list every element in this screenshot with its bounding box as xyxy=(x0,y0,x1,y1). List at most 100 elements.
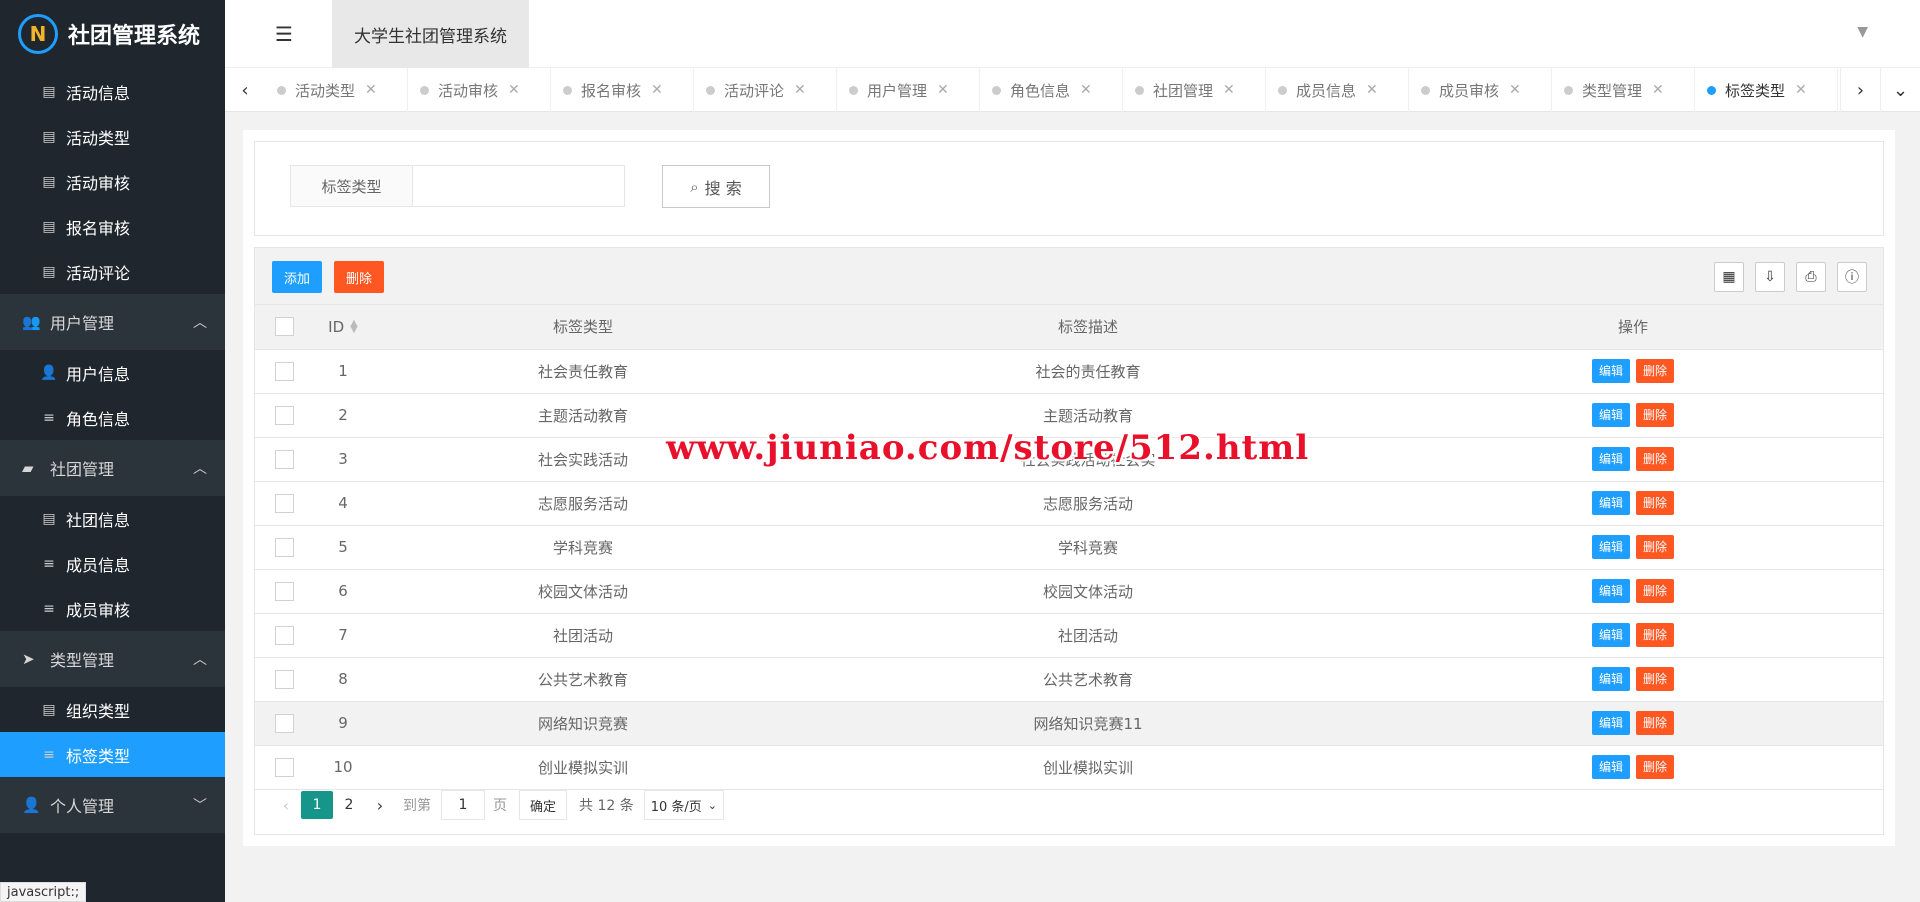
edit-button[interactable]: 编辑 xyxy=(1592,359,1630,383)
tab[interactable]: 报名审核 ✕ xyxy=(551,68,694,112)
close-icon[interactable]: ✕ xyxy=(1080,82,1092,98)
page-number[interactable]: 2 xyxy=(333,791,365,819)
sidebar-item[interactable]: ≡ 成员审核 xyxy=(0,586,225,631)
batch-delete-button[interactable]: 删除 xyxy=(334,261,384,293)
table-row[interactable]: 9 网络知识竞赛 网络知识竞赛11 编辑 删除 xyxy=(255,701,1883,746)
sort-icon[interactable]: ▲ ▼ xyxy=(350,319,358,335)
sidebar-group[interactable]: ➤ 类型管理 ︿ xyxy=(0,631,225,687)
tab[interactable]: 成员审核 ✕ xyxy=(1409,68,1552,112)
sidebar-item[interactable]: ▤ 活动类型 xyxy=(0,114,225,159)
sidebar-group[interactable]: 👤 个人管理 ﹀ xyxy=(0,777,225,833)
table-row[interactable]: 5 学科竞赛 学科竞赛 编辑 删除 xyxy=(255,525,1883,570)
goto-confirm-button[interactable]: 确定 xyxy=(519,790,568,820)
edit-button[interactable]: 编辑 xyxy=(1592,667,1630,691)
sidebar-item[interactable]: ▤ 活动信息 xyxy=(0,69,225,114)
delete-button[interactable]: 删除 xyxy=(1636,535,1674,559)
table-row[interactable]: 1 社会责任教育 社会的责任教育 编辑 删除 xyxy=(255,349,1883,394)
table-row[interactable]: 7 社团活动 社团活动 编辑 删除 xyxy=(255,613,1883,658)
sidebar-item[interactable]: ▤ 活动评论 xyxy=(0,249,225,294)
sidebar-item[interactable]: ▤ 报名审核 xyxy=(0,204,225,249)
close-icon[interactable]: ✕ xyxy=(1366,82,1378,98)
close-icon[interactable]: ✕ xyxy=(365,82,377,98)
row-checkbox[interactable] xyxy=(274,669,294,689)
edit-button[interactable]: 编辑 xyxy=(1592,403,1630,427)
table-row[interactable]: 8 公共艺术教育 公共艺术教育 编辑 删除 xyxy=(255,657,1883,702)
sidebar-item[interactable]: ≡ 标签类型 xyxy=(0,732,225,777)
tab[interactable]: 活动类型 ✕ xyxy=(265,68,408,112)
close-icon[interactable]: ✕ xyxy=(1795,82,1807,98)
delete-button[interactable]: 删除 xyxy=(1636,711,1674,735)
delete-button[interactable]: 删除 xyxy=(1636,579,1674,603)
tab[interactable]: 成员信息 ✕ xyxy=(1266,68,1409,112)
delete-button[interactable]: 删除 xyxy=(1636,623,1674,647)
close-icon[interactable]: ✕ xyxy=(651,82,663,98)
tab-prev-icon[interactable]: ‹ xyxy=(225,68,265,112)
page-size-select[interactable]: 10 条/页 ⌄ xyxy=(643,790,725,820)
table-row[interactable]: 10 创业模拟实训 创业模拟实训 编辑 删除 xyxy=(255,745,1883,790)
close-icon[interactable]: ✕ xyxy=(1509,82,1521,98)
close-icon[interactable]: ✕ xyxy=(937,82,949,98)
close-icon[interactable]: ✕ xyxy=(794,82,806,98)
row-checkbox[interactable] xyxy=(274,405,294,425)
chevron-down-icon[interactable]: ▼ xyxy=(1857,24,1868,40)
tab[interactable]: 类型管理 ✕ xyxy=(1552,68,1695,112)
delete-button[interactable]: 删除 xyxy=(1636,667,1674,691)
select-all-checkbox[interactable] xyxy=(274,317,294,337)
page-number[interactable]: 1 xyxy=(301,791,333,819)
prev-page-icon[interactable]: ‹ xyxy=(271,796,301,815)
export-icon[interactable]: ⇩ xyxy=(1755,262,1785,292)
search-input[interactable] xyxy=(412,165,625,207)
logo[interactable]: N 社团管理系统 xyxy=(0,0,225,68)
edit-button[interactable]: 编辑 xyxy=(1592,711,1630,735)
sidebar-item[interactable]: ≡ 角色信息 xyxy=(0,395,225,440)
tab[interactable]: 活动评论 ✕ xyxy=(694,68,837,112)
table-row[interactable]: 6 校园文体活动 校园文体活动 编辑 删除 xyxy=(255,569,1883,614)
close-icon[interactable]: ✕ xyxy=(1223,82,1235,98)
edit-button[interactable]: 编辑 xyxy=(1592,535,1630,559)
delete-button[interactable]: 删除 xyxy=(1636,755,1674,779)
row-checkbox[interactable] xyxy=(274,757,294,777)
search-button[interactable]: ⌕ 搜 索 xyxy=(662,165,770,208)
tab[interactable]: 角色信息 ✕ xyxy=(980,68,1123,112)
edit-button[interactable]: 编辑 xyxy=(1592,623,1630,647)
sidebar-item[interactable]: ≡ 成员信息 xyxy=(0,541,225,586)
tab[interactable]: 用户管理 ✕ xyxy=(837,68,980,112)
sidebar-item[interactable]: ▤ 社团信息 xyxy=(0,496,225,541)
header-title[interactable]: 大学生社团管理系统 xyxy=(332,0,529,68)
edit-button[interactable]: 编辑 xyxy=(1592,447,1630,471)
delete-button[interactable]: 删除 xyxy=(1636,491,1674,515)
row-checkbox[interactable] xyxy=(274,625,294,645)
row-checkbox[interactable] xyxy=(274,713,294,733)
close-icon[interactable]: ✕ xyxy=(508,82,520,98)
tab[interactable]: 社团管理 ✕ xyxy=(1123,68,1266,112)
tab[interactable]: 标签类型 ✕ xyxy=(1695,68,1838,112)
sidebar-item[interactable]: ▤ 组织类型 xyxy=(0,687,225,732)
row-checkbox[interactable] xyxy=(274,493,294,513)
table-row[interactable]: 4 志愿服务活动 志愿服务活动 编辑 删除 xyxy=(255,481,1883,526)
add-button[interactable]: 添加 xyxy=(272,261,322,293)
sidebar-group[interactable]: 👥 用户管理 ︿ xyxy=(0,294,225,350)
menu-toggle-icon[interactable]: ☰ xyxy=(275,22,293,46)
tab-next-icon[interactable]: › xyxy=(1840,68,1880,112)
tab-menu-chevron-icon[interactable]: ⌄ xyxy=(1880,68,1920,112)
edit-button[interactable]: 编辑 xyxy=(1592,755,1630,779)
edit-button[interactable]: 编辑 xyxy=(1592,579,1630,603)
goto-page-input[interactable] xyxy=(441,790,485,820)
edit-button[interactable]: 编辑 xyxy=(1592,491,1630,515)
tab[interactable]: 活动审核 ✕ xyxy=(408,68,551,112)
header-id[interactable]: ID ▲ ▼ xyxy=(313,305,373,350)
info-icon[interactable]: ⓘ xyxy=(1837,262,1867,292)
row-checkbox[interactable] xyxy=(274,537,294,557)
row-checkbox[interactable] xyxy=(274,449,294,469)
close-icon[interactable]: ✕ xyxy=(1652,82,1664,98)
delete-button[interactable]: 删除 xyxy=(1636,447,1674,471)
sidebar-item[interactable]: 👤 用户信息 xyxy=(0,350,225,395)
delete-button[interactable]: 删除 xyxy=(1636,359,1674,383)
sidebar-item[interactable]: ▤ 活动审核 xyxy=(0,159,225,204)
delete-button[interactable]: 删除 xyxy=(1636,403,1674,427)
next-page-icon[interactable]: › xyxy=(365,796,395,815)
row-checkbox[interactable] xyxy=(274,361,294,381)
print-icon[interactable]: ⎙ xyxy=(1796,262,1826,292)
row-checkbox[interactable] xyxy=(274,581,294,601)
columns-filter-icon[interactable]: ▦ xyxy=(1714,262,1744,292)
